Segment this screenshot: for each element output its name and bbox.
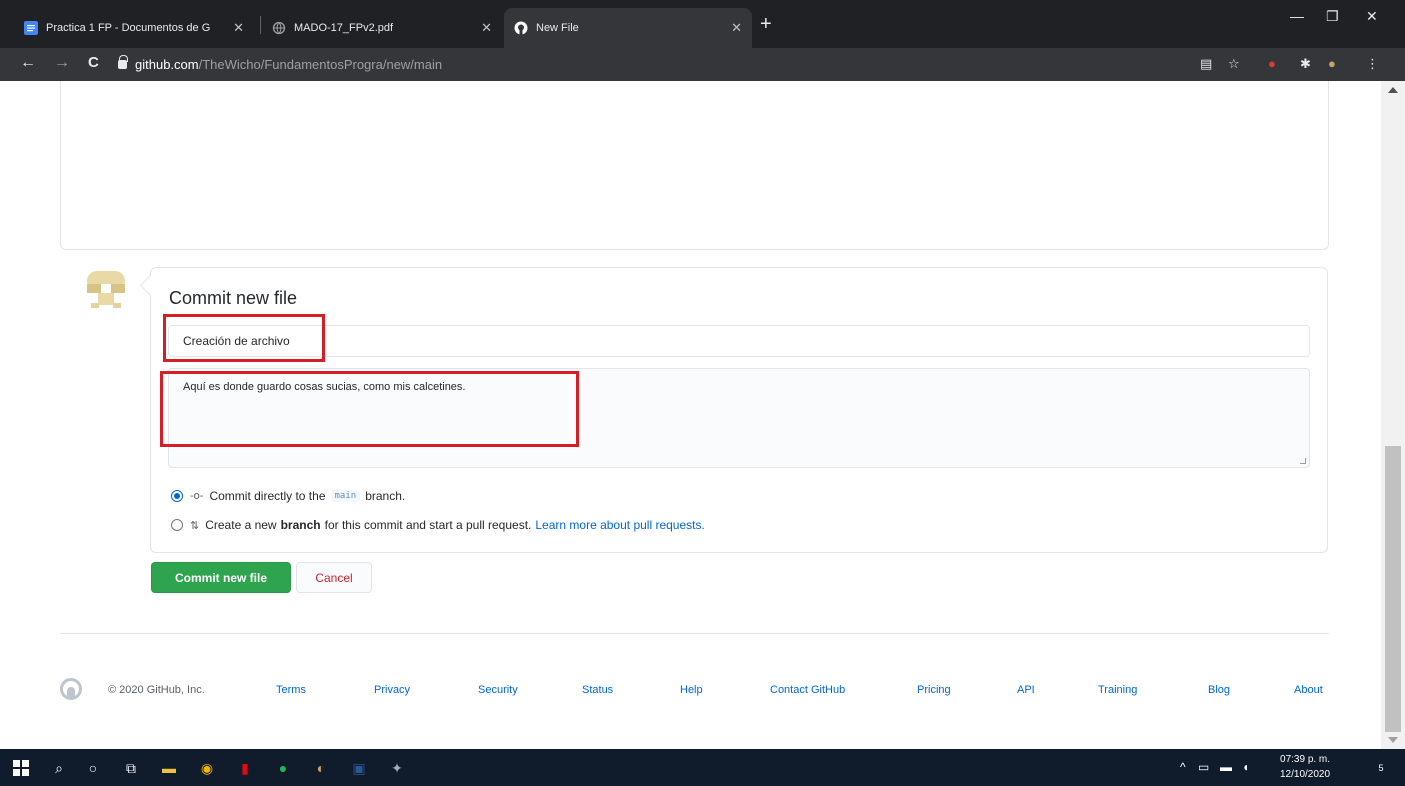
scroll-thumb[interactable] <box>1385 446 1401 732</box>
close-icon[interactable]: ✕ <box>233 20 244 36</box>
address-bar: ← → C github.com/TheWicho/FundamentosPro… <box>0 48 1405 81</box>
tray-battery-icon[interactable]: ▬ <box>1220 760 1232 774</box>
tab-title: Practica 1 FP - Documentos de G <box>46 22 211 34</box>
tab-pdf[interactable]: MADO-17_FPv2.pdf ✕ <box>262 8 502 48</box>
extensions-puzzle-icon[interactable]: ✱ <box>1300 56 1311 72</box>
globe-icon <box>272 21 286 35</box>
file-explorer-icon[interactable]: ▬ <box>158 757 180 779</box>
url-field[interactable]: github.com/TheWicho/FundamentosProgra/ne… <box>118 50 1188 78</box>
radio-new-branch[interactable] <box>171 519 183 531</box>
notification-count: 5 <box>1378 763 1384 773</box>
footer-link-pricing[interactable]: Pricing <box>917 684 951 696</box>
avatar <box>81 267 131 317</box>
tab-new-file[interactable]: New File ✕ <box>504 8 752 48</box>
option-direct-suffix: branch. <box>365 489 406 503</box>
github-icon <box>514 21 528 35</box>
learn-more-link[interactable]: Learn more about pull requests. <box>535 518 704 532</box>
commit-description-textarea[interactable]: Aquí es donde guardo cosas sucias, como … <box>168 368 1310 468</box>
option-new-suffix: for this commit and start a pull request… <box>324 518 532 532</box>
file-editor[interactable] <box>60 81 1329 250</box>
tab-title: New File <box>536 22 579 34</box>
new-tab-button[interactable]: + <box>760 14 772 34</box>
taskbar-clock[interactable]: 07:39 p. m. 12/10/2020 <box>1280 752 1330 782</box>
task-view-icon[interactable]: ⧉ <box>120 757 142 779</box>
translate-icon[interactable]: ▤ <box>1200 56 1212 72</box>
github-logo-icon[interactable] <box>60 678 82 700</box>
footer-link-help[interactable]: Help <box>680 684 703 696</box>
extension-adblock-icon[interactable]: ● <box>1268 56 1276 71</box>
git-pull-request-icon: ⇅ <box>190 519 200 532</box>
commit-panel: Commit new file Creación de archivo Aquí… <box>150 267 1328 553</box>
footer-link-blog[interactable]: Blog <box>1208 684 1230 696</box>
commit-description-text: Aquí es donde guardo cosas sucias, como … <box>183 381 466 393</box>
google-docs-icon <box>24 21 38 35</box>
forward-icon[interactable]: → <box>54 54 70 72</box>
commit-title: Commit new file <box>169 288 298 308</box>
option-new-text: Create a new <box>205 518 277 532</box>
option-direct-text: Commit directly to the <box>209 489 326 503</box>
clock-date: 12/10/2020 <box>1280 769 1331 780</box>
footer-copyright: © 2020 GitHub, Inc. <box>108 684 205 696</box>
chrome-icon[interactable]: ◉ <box>196 757 218 779</box>
footer-divider <box>60 633 1329 634</box>
footer-link-api[interactable]: API <box>1017 684 1035 696</box>
tray-chevron-icon[interactable]: ^ <box>1180 760 1186 774</box>
windows-start-icon[interactable] <box>10 757 32 779</box>
windows-taskbar: ⌕ ○ ⧉ ▬ ◉ ▮ ● ◐ ▣ ✦ ^ ▭ ▬ ◖ 07:39 p. m. … <box>0 749 1405 786</box>
league-icon[interactable]: ◐ <box>310 757 332 779</box>
scroll-up-icon[interactable] <box>1388 87 1398 93</box>
clock-time: 07:39 p. m. <box>1280 754 1331 765</box>
git-commit-icon: -o- <box>190 490 204 502</box>
footer-link-terms[interactable]: Terms <box>276 684 306 696</box>
url-host: github.com <box>135 56 199 72</box>
tab-practica[interactable]: Practica 1 FP - Documentos de G ✕ <box>14 8 254 48</box>
notification-center-icon[interactable]: 5 <box>1370 757 1392 779</box>
resize-handle-icon[interactable] <box>1300 458 1306 464</box>
search-icon[interactable]: ⌕ <box>48 757 70 779</box>
footer-link-security[interactable]: Security <box>478 684 518 696</box>
footer-link-training[interactable]: Training <box>1098 684 1137 696</box>
netflix-icon[interactable]: ▮ <box>234 757 256 779</box>
footer-link-privacy[interactable]: Privacy <box>374 684 410 696</box>
close-icon[interactable]: ✕ <box>481 20 492 36</box>
minimize-icon[interactable]: — <box>1290 8 1304 24</box>
reload-icon[interactable]: C <box>88 54 99 71</box>
tray-volume-icon[interactable]: ◖ <box>1242 760 1249 774</box>
spotify-icon[interactable]: ● <box>272 757 294 779</box>
back-icon[interactable]: ← <box>20 54 36 72</box>
close-window-icon[interactable]: ✕ <box>1366 8 1378 25</box>
footer-link-contact[interactable]: Contact GitHub <box>770 684 845 696</box>
app-icon[interactable]: ✦ <box>386 757 408 779</box>
commit-summary-input[interactable]: Creación de archivo <box>168 325 1310 357</box>
option-new-bold: branch <box>280 518 321 532</box>
tab-separator <box>260 16 261 34</box>
footer-link-status[interactable]: Status <box>582 684 613 696</box>
radio-commit-direct[interactable] <box>171 490 183 502</box>
url-path: /TheWicho/FundamentosProgra/new/main <box>198 56 443 72</box>
tray-network-icon[interactable]: ▭ <box>1198 760 1209 774</box>
tab-title: MADO-17_FPv2.pdf <box>294 22 394 34</box>
cancel-button[interactable]: Cancel <box>296 562 372 593</box>
commit-new-file-button[interactable]: Commit new file <box>151 562 291 593</box>
footer-link-about[interactable]: About <box>1294 684 1323 696</box>
scroll-down-icon[interactable] <box>1388 737 1398 743</box>
option-commit-direct[interactable]: -o- Commit directly to the main branch. <box>171 489 405 503</box>
word-icon[interactable]: ▣ <box>348 757 370 779</box>
lock-icon <box>118 54 128 69</box>
menu-kebab-icon[interactable]: ⋮ <box>1366 56 1379 72</box>
close-icon[interactable]: ✕ <box>731 20 742 36</box>
page-scrollbar[interactable] <box>1381 81 1405 749</box>
page-content: Commit new file Creación de archivo Aquí… <box>0 81 1405 749</box>
restore-icon[interactable]: ❐ <box>1326 8 1339 25</box>
browser-tab-bar: Practica 1 FP - Documentos de G ✕ MADO-1… <box>0 0 1405 48</box>
branch-name-chip: main <box>330 490 361 502</box>
profile-avatar-icon[interactable]: ● <box>1328 56 1336 71</box>
option-new-branch[interactable]: ⇅ Create a new branch for this commit an… <box>171 518 705 532</box>
bookmark-star-icon[interactable]: ☆ <box>1228 56 1240 72</box>
cortana-icon[interactable]: ○ <box>82 757 104 779</box>
